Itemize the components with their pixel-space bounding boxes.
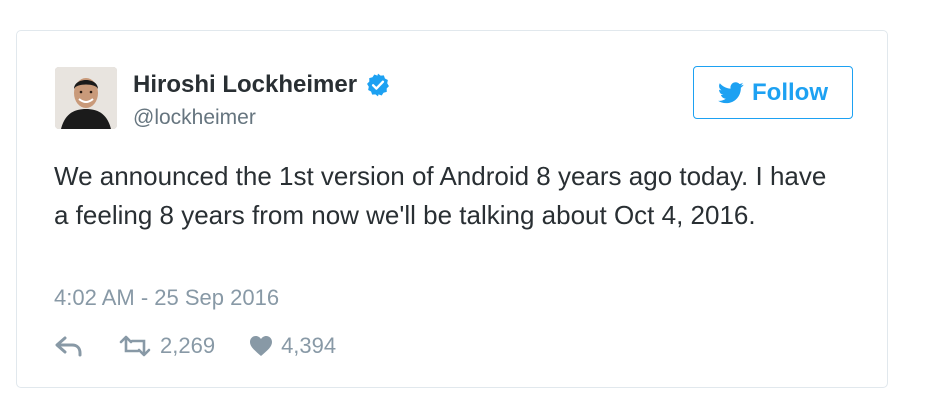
follow-button[interactable]: Follow — [693, 66, 853, 119]
follow-label: Follow — [752, 78, 828, 106]
heart-icon — [250, 336, 273, 356]
retweet-button[interactable]: 2,269 — [118, 333, 215, 359]
tweet-timestamp[interactable]: 4:02 AM - 25 Sep 2016 — [54, 285, 279, 311]
name-row: Hiroshi Lockheimer — [133, 71, 391, 99]
like-count: 4,394 — [281, 333, 337, 358]
tweet-actions: 2,269 4,394 — [54, 333, 336, 359]
reply-button[interactable] — [54, 334, 84, 358]
verified-badge-icon — [365, 72, 391, 98]
retweet-icon — [119, 335, 151, 357]
twitter-bird-icon — [718, 81, 744, 103]
user-handle[interactable]: @lockheimer — [133, 105, 256, 131]
tweet-text: We announced the 1st version of Android … — [54, 161, 834, 230]
tweet-card: Hiroshi Lockheimer @lockheimer Follow We… — [16, 30, 888, 388]
reply-icon — [55, 336, 82, 357]
avatar[interactable] — [55, 67, 117, 129]
display-name[interactable]: Hiroshi Lockheimer — [133, 71, 357, 99]
retweet-count: 2,269 — [160, 333, 216, 358]
avatar-image — [55, 67, 117, 129]
like-button[interactable]: 4,394 — [249, 333, 336, 359]
